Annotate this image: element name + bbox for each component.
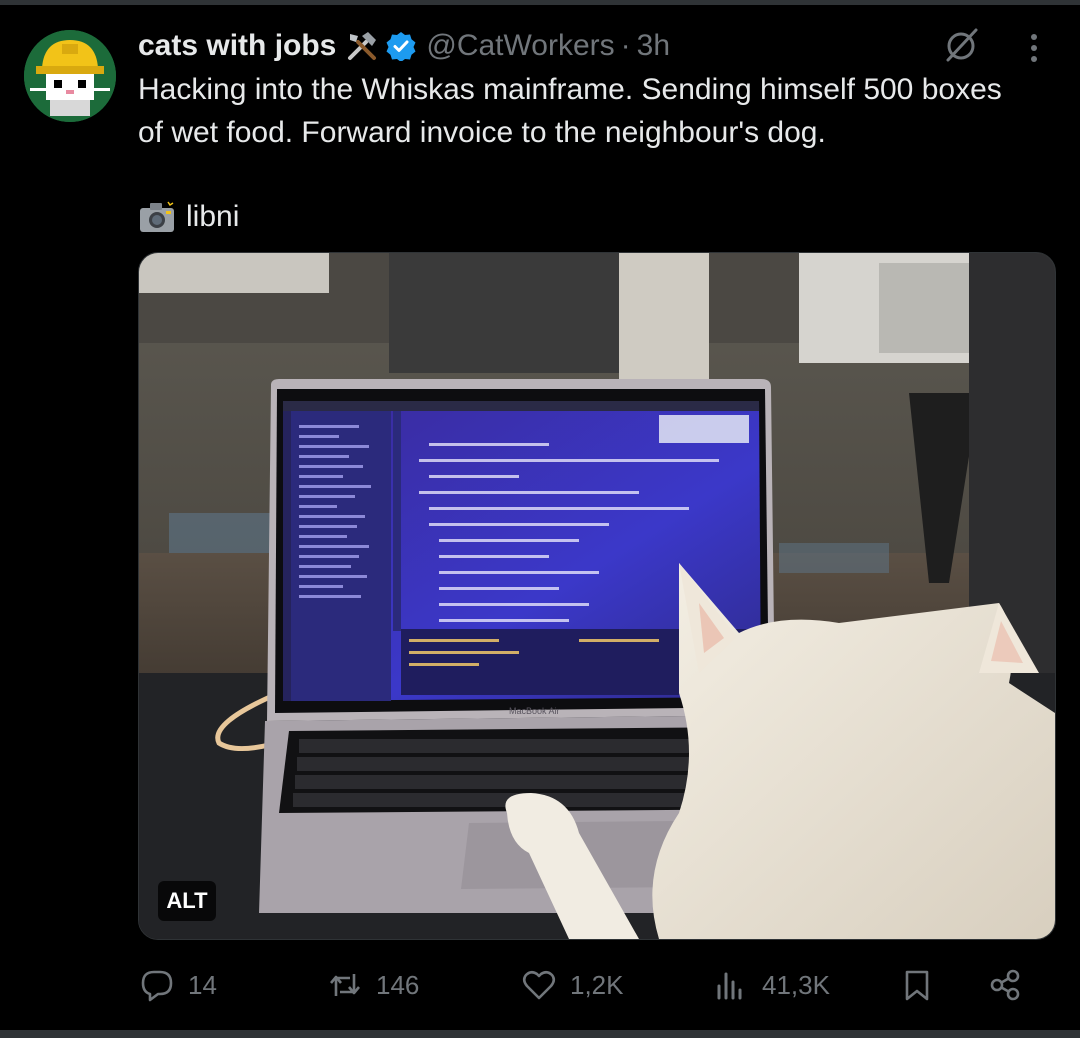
like-count: 1,2K [570,969,624,1000]
camera-icon [140,201,174,232]
action-bar: 14 146 1,2K 41,3K [0,955,1080,1015]
views-icon [717,972,742,1000]
tweet-text: Hacking into the Whiskas mainframe. Send… [138,73,1002,149]
tools-icon [348,32,377,60]
avatar[interactable] [24,30,116,122]
tweet-header: cats with jobs @CatWorkers · 3h [138,26,1040,66]
author-handle[interactable]: @CatWorkers [426,29,614,63]
laptop-brand: MacBook Air [509,706,560,716]
author-name[interactable]: cats with jobs [138,29,336,63]
top-divider [0,0,1080,5]
views-button[interactable]: 41,3K [714,955,830,1015]
reply-icon [141,970,173,1002]
share-icon [990,969,1020,1001]
share-button[interactable] [988,955,1036,1015]
verified-icon [386,32,416,61]
repost-icon [330,974,360,996]
avatar-image [24,30,116,122]
like-button[interactable]: 1,2K [522,955,624,1015]
repost-button[interactable]: 146 [328,955,419,1015]
separator-dot: · [620,29,631,62]
views-count: 41,3K [762,969,830,1000]
tweet-time[interactable]: 3h [637,29,670,63]
credit-name[interactable]: libni [186,200,239,234]
photo-image: MacBook Air [139,253,1055,939]
tweet-photo[interactable]: MacBook Air [138,252,1056,940]
repost-count: 146 [376,969,420,1000]
alt-badge[interactable]: ALT [158,881,216,921]
more-icon[interactable] [1016,30,1052,66]
photo-credit: libni [138,196,239,238]
bookmark-icon [905,970,929,1001]
reply-button[interactable]: 14 [140,955,217,1015]
bottom-divider [0,1030,1080,1038]
grok-icon[interactable] [942,24,982,64]
bookmark-button[interactable] [900,955,948,1015]
heart-icon [522,970,556,1000]
reply-count: 14 [188,969,217,1000]
